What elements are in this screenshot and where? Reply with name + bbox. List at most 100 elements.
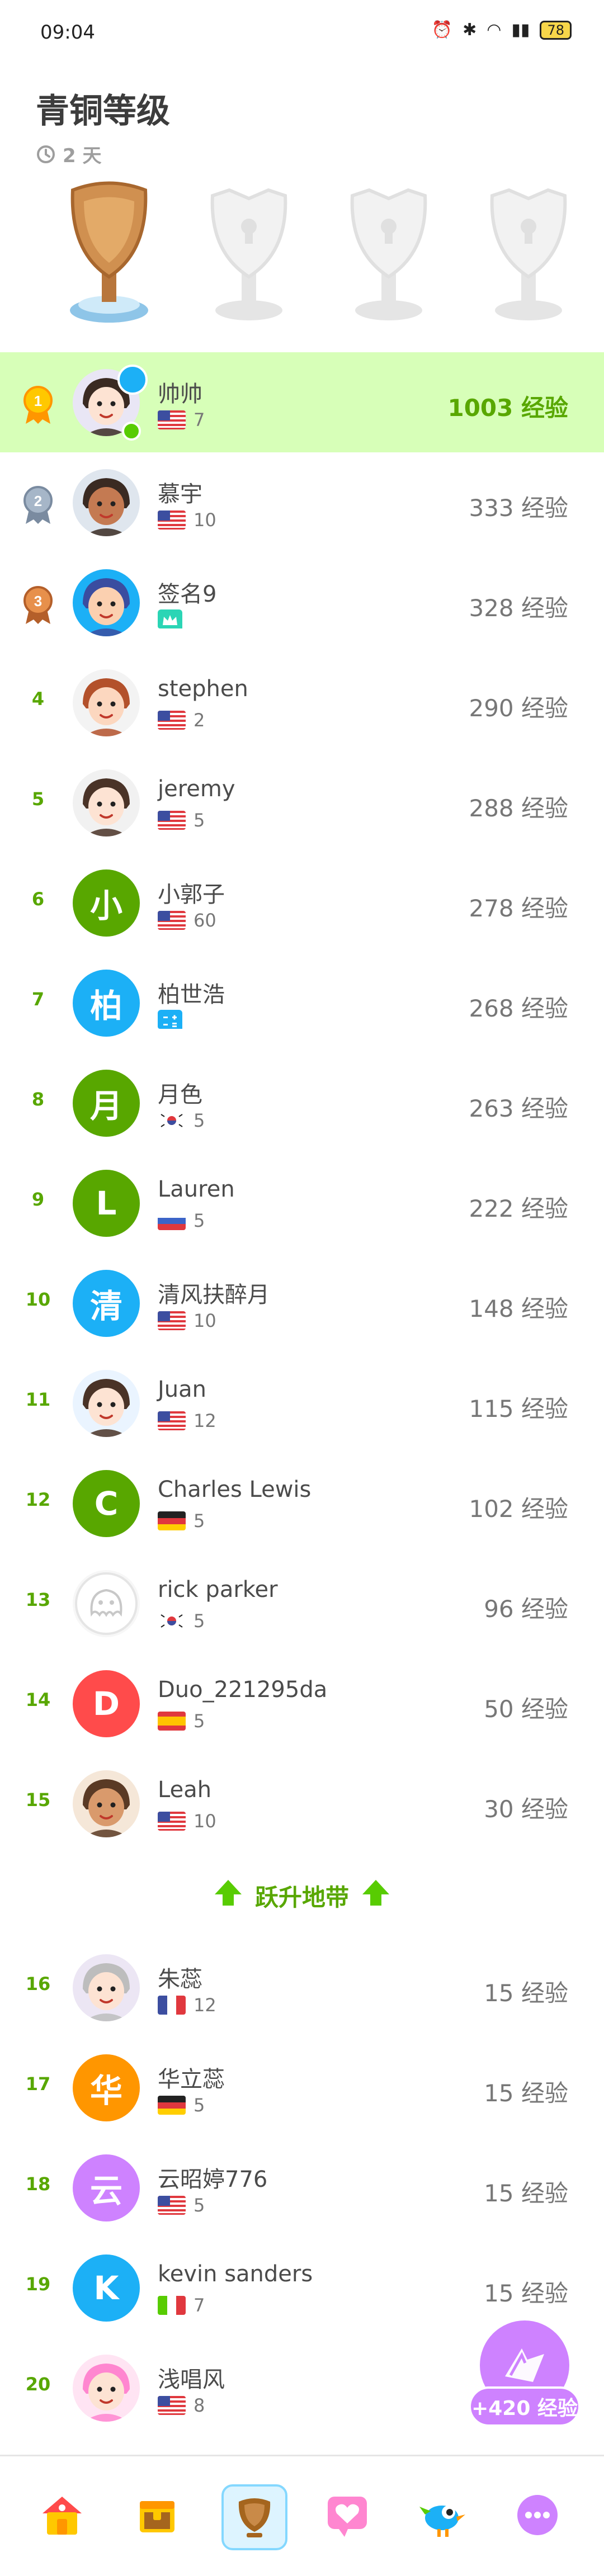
locked-trophy-icon[interactable] <box>481 179 576 324</box>
leaderboard-row[interactable]: 4 stephen 2 290 经验 <box>0 653 604 753</box>
xp-boost-button[interactable]: +420 经验 <box>469 2320 581 2427</box>
leaderboard-row[interactable]: 12 C Charles Lewis 5 102 经验 <box>0 1453 604 1553</box>
user-meta: 5 <box>158 2195 205 2216</box>
user-meta: 10 <box>158 1811 216 1832</box>
online-status-icon <box>122 422 141 441</box>
avatar[interactable] <box>73 1370 140 1437</box>
avatar[interactable] <box>73 2355 140 2422</box>
nav-home[interactable] <box>31 2484 93 2546</box>
chest-icon <box>140 2501 174 2532</box>
rank-number: 16 <box>25 1973 51 1994</box>
avatar[interactable]: L <box>73 1170 140 1237</box>
streak-count: 12 <box>194 1994 216 2016</box>
leaderboard-row[interactable]: 8 月 月色 5 263 经验 <box>0 1053 604 1153</box>
avatar[interactable] <box>73 1570 140 1637</box>
promotion-zone-label: 跃升地带 <box>254 1883 349 1911</box>
streak-count: 12 <box>194 1410 216 1431</box>
rank-number: 7 <box>31 989 45 1010</box>
user-meta: 10 <box>158 1310 216 1331</box>
leaderboard-row[interactable]: 7 柏 柏世浩 268 经验 <box>0 953 604 1053</box>
rank-number: 9 <box>31 1189 45 1210</box>
bronze-trophy-icon[interactable] <box>62 179 157 324</box>
de-flag-icon <box>158 1511 186 1530</box>
leaderboard-row-current-user[interactable]: 1 帅帅 7 1003 经验 <box>0 352 604 452</box>
promotion-zone-divider: 跃升地带 <box>0 1854 604 1937</box>
xp-value: 328 经验 <box>469 594 568 622</box>
leaderboard-row[interactable]: 17 华 华立蕊 5 15 经验 <box>0 2038 604 2138</box>
home-icon <box>43 2497 82 2535</box>
user-name: 华立蕊 <box>158 2067 225 2092</box>
avatar[interactable] <box>73 1954 140 2021</box>
locked-trophy-icon[interactable] <box>201 179 296 324</box>
user-meta: 5 <box>158 810 205 831</box>
streak-count: 7 <box>194 409 205 431</box>
avatar[interactable] <box>73 669 140 736</box>
leaderboard-row[interactable]: 16 朱蕊 12 15 经验 <box>0 1937 604 2038</box>
user-meta: 10 <box>158 509 216 531</box>
bottom-navigation <box>0 2455 604 2576</box>
leaderboard-row[interactable]: 9 L Lauren 5 222 经验 <box>0 1153 604 1253</box>
leaderboard-row[interactable]: 10 清 清风扶醉月 10 148 经验 <box>0 1253 604 1353</box>
streak-count: 5 <box>194 1110 205 1131</box>
user-meta: 7 <box>158 409 205 431</box>
xp-value: 222 经验 <box>469 1195 568 1222</box>
avatar[interactable]: K <box>73 2254 140 2322</box>
xp-value: 115 经验 <box>469 1395 568 1422</box>
avatar[interactable]: 清 <box>73 1270 140 1337</box>
rank-number: 13 <box>25 1589 51 1610</box>
leaderboard-row[interactable]: 11 Juan 12 115 经验 <box>0 1353 604 1453</box>
leaderboard-row[interactable]: 14 D Duo_221295da 5 50 经验 <box>0 1653 604 1753</box>
user-meta: 12 <box>158 1994 216 2016</box>
avatar[interactable] <box>73 769 140 836</box>
rank-number: 11 <box>25 1389 51 1410</box>
user-name: 帅帅 <box>158 381 202 407</box>
leaderboard-row[interactable]: 3 签名9 328 经验 <box>0 552 604 653</box>
nav-more[interactable] <box>507 2484 568 2546</box>
rank-number: 17 <box>25 2073 51 2095</box>
avatar[interactable] <box>73 469 140 536</box>
leaderboard-row[interactable]: 18 云 云昭婷776 5 15 经验 <box>0 2138 604 2238</box>
user-meta <box>158 609 186 628</box>
streak-count: 5 <box>194 810 205 831</box>
avatar[interactable] <box>73 569 140 636</box>
nav-leaderboard[interactable] <box>221 2484 287 2550</box>
nav-bird[interactable] <box>412 2484 473 2546</box>
leaderboard-row[interactable]: 15 Leah 10 30 经验 <box>0 1753 604 1854</box>
kr-flag-icon <box>158 1111 186 1130</box>
avatar[interactable]: C <box>73 1470 140 1537</box>
user-name: 签名9 <box>158 582 217 607</box>
streak-count: 2 <box>194 710 205 731</box>
nav-chest[interactable] <box>126 2484 188 2546</box>
streak-count: 5 <box>194 1610 205 1632</box>
streak-count: 5 <box>194 2095 205 2116</box>
leaderboard-row[interactable]: 6 小 小郭子 60 278 经验 <box>0 853 604 953</box>
svg-text:1: 1 <box>34 393 42 409</box>
leaderboard-row[interactable]: 13 rick parker 5 96 经验 <box>0 1553 604 1653</box>
user-meta: 2 <box>158 710 205 731</box>
avatar[interactable]: D <box>73 1670 140 1737</box>
xp-value: 148 经验 <box>469 1295 568 1322</box>
user-name: Charles Lewis <box>158 1477 312 1502</box>
user-name: 小郭子 <box>158 882 225 907</box>
battery-indicator: 78 <box>540 20 572 40</box>
leaderboard-row[interactable]: 5 jeremy 5 288 经验 <box>0 753 604 853</box>
locked-trophy-icon[interactable] <box>341 179 436 324</box>
rank-number: 5 <box>31 788 45 810</box>
rank-number: 6 <box>31 888 45 910</box>
user-meta: 5 <box>158 1110 205 1131</box>
leaderboard-row[interactable]: 2 慕宇 10 333 经验 <box>0 452 604 552</box>
user-meta: 5 <box>158 1610 205 1632</box>
xp-value: 15 经验 <box>484 1979 568 2007</box>
avatar[interactable]: 云 <box>73 2154 140 2221</box>
avatar[interactable]: 月 <box>73 1070 140 1137</box>
avatar[interactable]: 华 <box>73 2054 140 2121</box>
avatar[interactable]: 柏 <box>73 970 140 1037</box>
avatar[interactable] <box>73 1770 140 1837</box>
user-name: 云昭婷776 <box>158 2167 268 2192</box>
user-name: Lauren <box>158 1176 235 1202</box>
nav-health[interactable] <box>317 2484 378 2546</box>
user-name: 朱蕊 <box>158 1967 202 1992</box>
calculator-badge-icon <box>158 1010 186 1029</box>
avatar[interactable]: 小 <box>73 869 140 937</box>
user-name: jeremy <box>158 776 235 802</box>
